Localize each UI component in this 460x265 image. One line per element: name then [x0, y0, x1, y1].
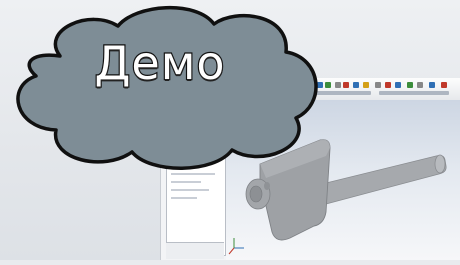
- toolbar-icon[interactable]: [363, 82, 369, 88]
- tree-item[interactable]: [171, 189, 209, 191]
- toolbar-icon[interactable]: [343, 82, 349, 88]
- toolbar-icon[interactable]: [395, 82, 401, 88]
- toolbar-icon[interactable]: [385, 82, 391, 88]
- toolbar-strip: [379, 91, 449, 95]
- tree-item[interactable]: [171, 197, 197, 199]
- tree-panel-footer: [166, 242, 224, 259]
- toolbar-icon[interactable]: [407, 82, 413, 88]
- toolbar-icon[interactable]: [417, 82, 423, 88]
- toolbar-icon[interactable]: [375, 82, 381, 88]
- toolbar-icon[interactable]: [353, 82, 359, 88]
- screenshot-canvas: Демо: [0, 0, 460, 260]
- demo-banner-text: Демо: [93, 35, 226, 91]
- coordinate-triad: [228, 238, 244, 255]
- toolbar-icon[interactable]: [335, 82, 341, 88]
- toolbar-icon[interactable]: [429, 82, 435, 88]
- toolbar-icon[interactable]: [441, 82, 447, 88]
- tree-item[interactable]: [171, 181, 201, 183]
